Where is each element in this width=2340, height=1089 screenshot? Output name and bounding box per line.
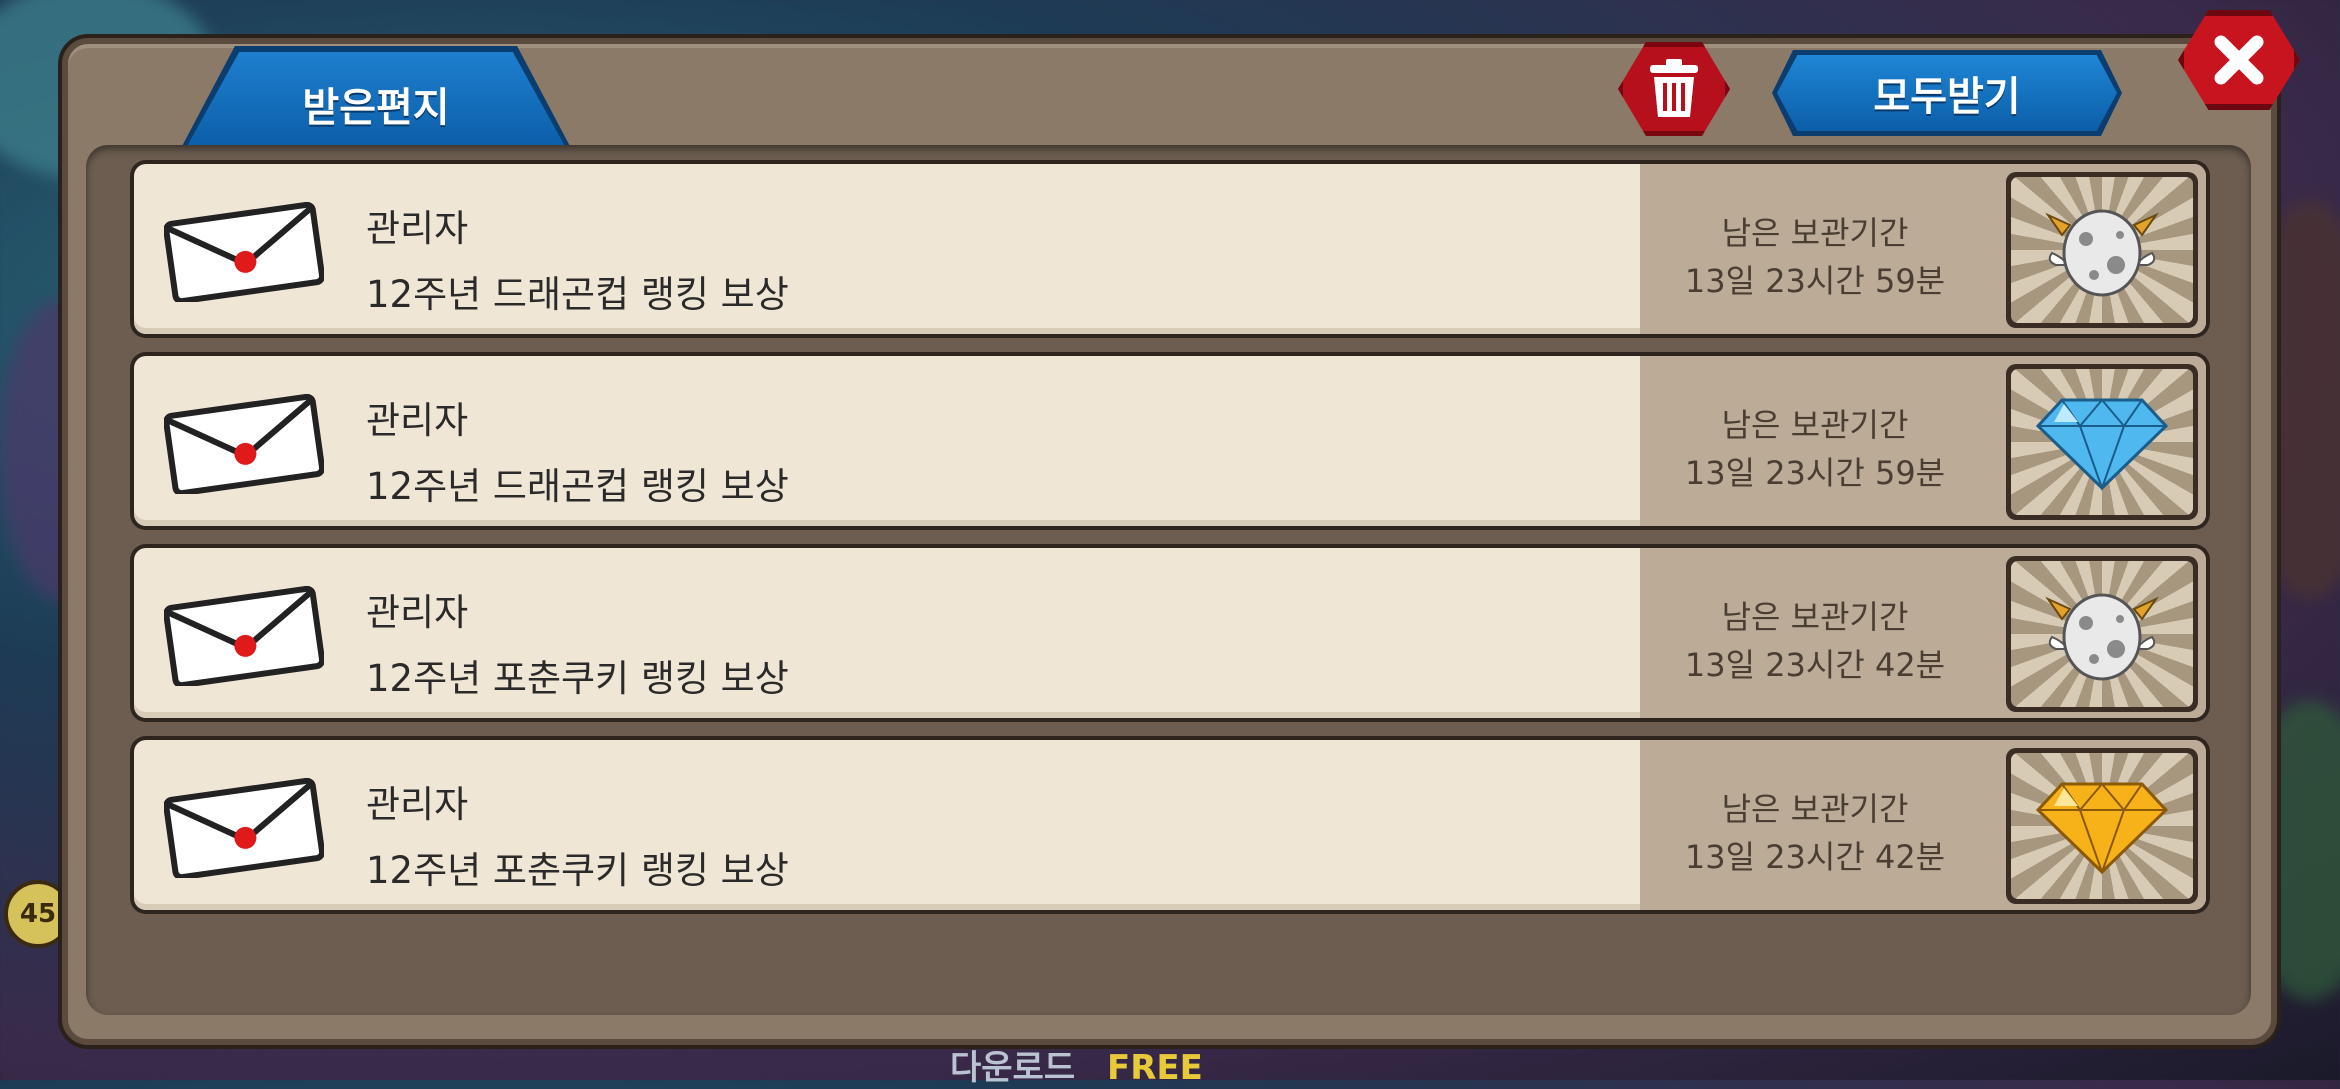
mail-item[interactable]: 관리자 12주년 포춘쿠키 랭킹 보상 남은 보관기간 13일 23시간 42분 xyxy=(130,544,2210,722)
trash-icon xyxy=(1650,59,1698,117)
tab-inbox[interactable]: 받은편지 xyxy=(186,52,566,148)
reward-slot[interactable] xyxy=(2006,364,2198,520)
expiry-box: 남은 보관기간 13일 23시간 42분 xyxy=(1640,740,2206,910)
receive-all-label: 모두받기 xyxy=(1873,74,2021,120)
envelope-icon xyxy=(164,202,324,302)
expiry-label: 남은 보관기간 xyxy=(1721,790,1909,828)
mail-item[interactable]: 관리자 12주년 포춘쿠키 랭킹 보상 남은 보관기간 13일 23시간 42분 xyxy=(130,736,2210,914)
reward-slot[interactable] xyxy=(2006,748,2198,904)
mail-subject: 12주년 포춘쿠키 랭킹 보상 xyxy=(366,657,789,700)
mail-subject: 12주년 드래곤컵 랭킹 보상 xyxy=(366,273,789,316)
envelope-icon xyxy=(164,778,324,878)
gold-diamond-icon xyxy=(2035,782,2169,875)
expiry-value: 13일 23시간 42분 xyxy=(1684,646,1946,684)
mail-subject: 12주년 포춘쿠키 랭킹 보상 xyxy=(366,849,789,892)
mail-item-body: 관리자 12주년 드래곤컵 랭킹 보상 남은 보관기간 13일 23시간 59분 xyxy=(134,164,2206,334)
mail-item-body: 관리자 12주년 드래곤컵 랭킹 보상 남은 보관기간 13일 23시간 59분 xyxy=(134,356,2206,526)
mail-item[interactable]: 관리자 12주년 드래곤컵 랭킹 보상 남은 보관기간 13일 23시간 59분 xyxy=(130,160,2210,338)
reward-slot[interactable] xyxy=(2006,172,2198,328)
blue-diamond-icon xyxy=(2035,398,2169,491)
expiry-value: 13일 23시간 59분 xyxy=(1684,262,1946,300)
expiry-value: 13일 23시간 59분 xyxy=(1684,454,1946,492)
monster-egg-icon xyxy=(2045,209,2159,297)
expiry-box: 남은 보관기간 13일 23시간 59분 xyxy=(1640,164,2206,334)
mail-sender: 관리자 xyxy=(366,399,469,442)
receive-all-inner: 모두받기 xyxy=(1777,55,2117,131)
mail-sender: 관리자 xyxy=(366,783,469,826)
reward-slot-bg xyxy=(2011,753,2193,899)
envelope-icon xyxy=(164,394,324,494)
expiry-label: 남은 보관기간 xyxy=(1721,598,1909,636)
expiry-label: 남은 보관기간 xyxy=(1721,214,1909,252)
mail-sender: 관리자 xyxy=(366,207,469,250)
mail-sender: 관리자 xyxy=(366,591,469,634)
footer-download-text: 다운로드 xyxy=(950,1048,1076,1088)
footer-free-text: FREE xyxy=(1106,1048,1203,1088)
expiry-box: 남은 보관기간 13일 23시간 42분 xyxy=(1640,548,2206,718)
monster-egg-icon xyxy=(2045,593,2159,681)
mail-item-body: 관리자 12주년 포춘쿠키 랭킹 보상 남은 보관기간 13일 23시간 42분 xyxy=(134,740,2206,910)
mail-item[interactable]: 관리자 12주년 드래곤컵 랭킹 보상 남은 보관기간 13일 23시간 59분 xyxy=(130,352,2210,530)
close-icon xyxy=(2214,35,2264,85)
reward-slot-bg xyxy=(2011,369,2193,515)
badge-count: 45 xyxy=(19,899,57,929)
mail-item-body: 관리자 12주년 포춘쿠키 랭킹 보상 남은 보관기간 13일 23시간 42분 xyxy=(134,548,2206,718)
receive-all-button[interactable]: 모두받기 xyxy=(1772,50,2122,136)
expiry-label: 남은 보관기간 xyxy=(1721,406,1909,444)
background-footer: 다운로드 FREE xyxy=(950,1040,1203,1089)
mail-subject: 12주년 드래곤컵 랭킹 보상 xyxy=(366,465,789,508)
tab-inbox-label: 받은편지 xyxy=(302,85,450,131)
reward-slot-bg xyxy=(2011,561,2193,707)
envelope-icon xyxy=(164,586,324,686)
expiry-box: 남은 보관기간 13일 23시간 59분 xyxy=(1640,356,2206,526)
expiry-value: 13일 23시간 42분 xyxy=(1684,838,1946,876)
reward-slot-bg xyxy=(2011,177,2193,323)
reward-slot[interactable] xyxy=(2006,556,2198,712)
